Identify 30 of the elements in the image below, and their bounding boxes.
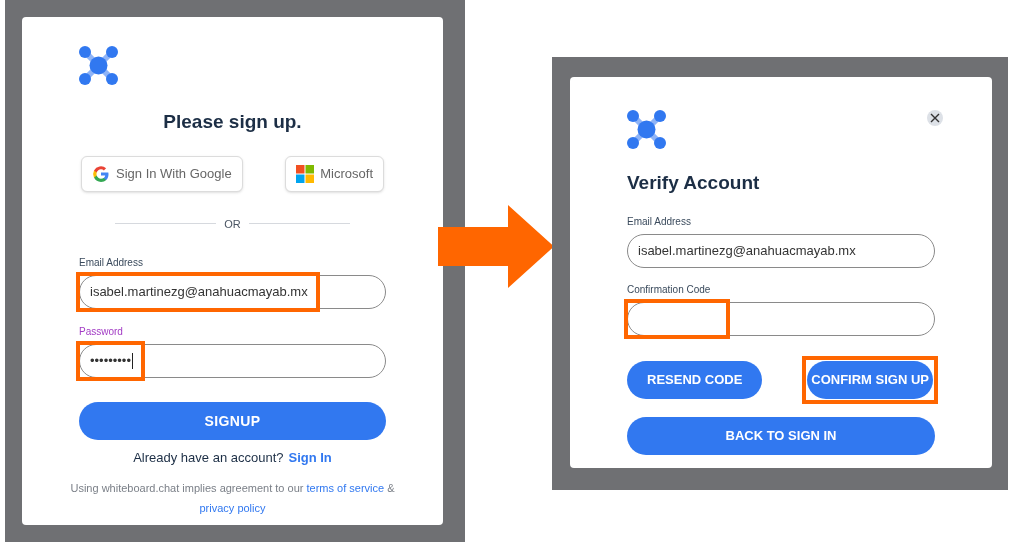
signup-button[interactable]: SIGNUP <box>79 402 386 440</box>
logo-icon <box>79 46 118 85</box>
input-field[interactable]: isabel.martinezg@anahuacmayab.mx <box>627 233 935 268</box>
google-icon <box>92 164 110 183</box>
field-label: Email Address <box>627 214 692 229</box>
confirm-sign-up-button[interactable]: CONFIRM SIGN UP <box>807 360 933 399</box>
close-button[interactable] <box>927 110 943 126</box>
divider-label: OR <box>224 216 241 232</box>
form-title: Verify Account <box>627 171 761 195</box>
close-icon <box>930 113 940 123</box>
resend-code-button[interactable]: RESEND CODE <box>627 360 763 399</box>
input-field[interactable]: isabel.martinezg@anahuacmayab.mx <box>79 275 386 309</box>
terms-link[interactable]: terms of service <box>306 481 385 494</box>
back-to-sign-in-button[interactable]: BACK TO SIGN IN <box>627 416 935 455</box>
field-label: Password <box>79 325 124 339</box>
terms-text: Using whiteboard.chat implies agreement to our terms of service & privacy policy <box>69 480 396 516</box>
arrow-icon <box>438 205 554 288</box>
terms-link[interactable]: privacy policy <box>199 501 266 514</box>
input-field[interactable]: ••••••••• <box>79 344 386 378</box>
google-signin-button[interactable]: Sign In With Google <box>81 155 243 192</box>
sign-in-link[interactable]: Sign In <box>288 448 332 468</box>
windows-logo-icon <box>296 164 315 183</box>
prompt-text: Already have an account? <box>133 449 284 467</box>
field-label: Email Address <box>79 256 144 270</box>
input-field[interactable] <box>627 301 935 336</box>
logo-icon <box>627 110 666 149</box>
text-cursor <box>131 353 133 369</box>
field-label: Confirmation Code <box>627 282 712 297</box>
microsoft-signin-button[interactable]: Microsoft <box>285 155 384 192</box>
form-title: Please sign up. <box>162 110 303 134</box>
